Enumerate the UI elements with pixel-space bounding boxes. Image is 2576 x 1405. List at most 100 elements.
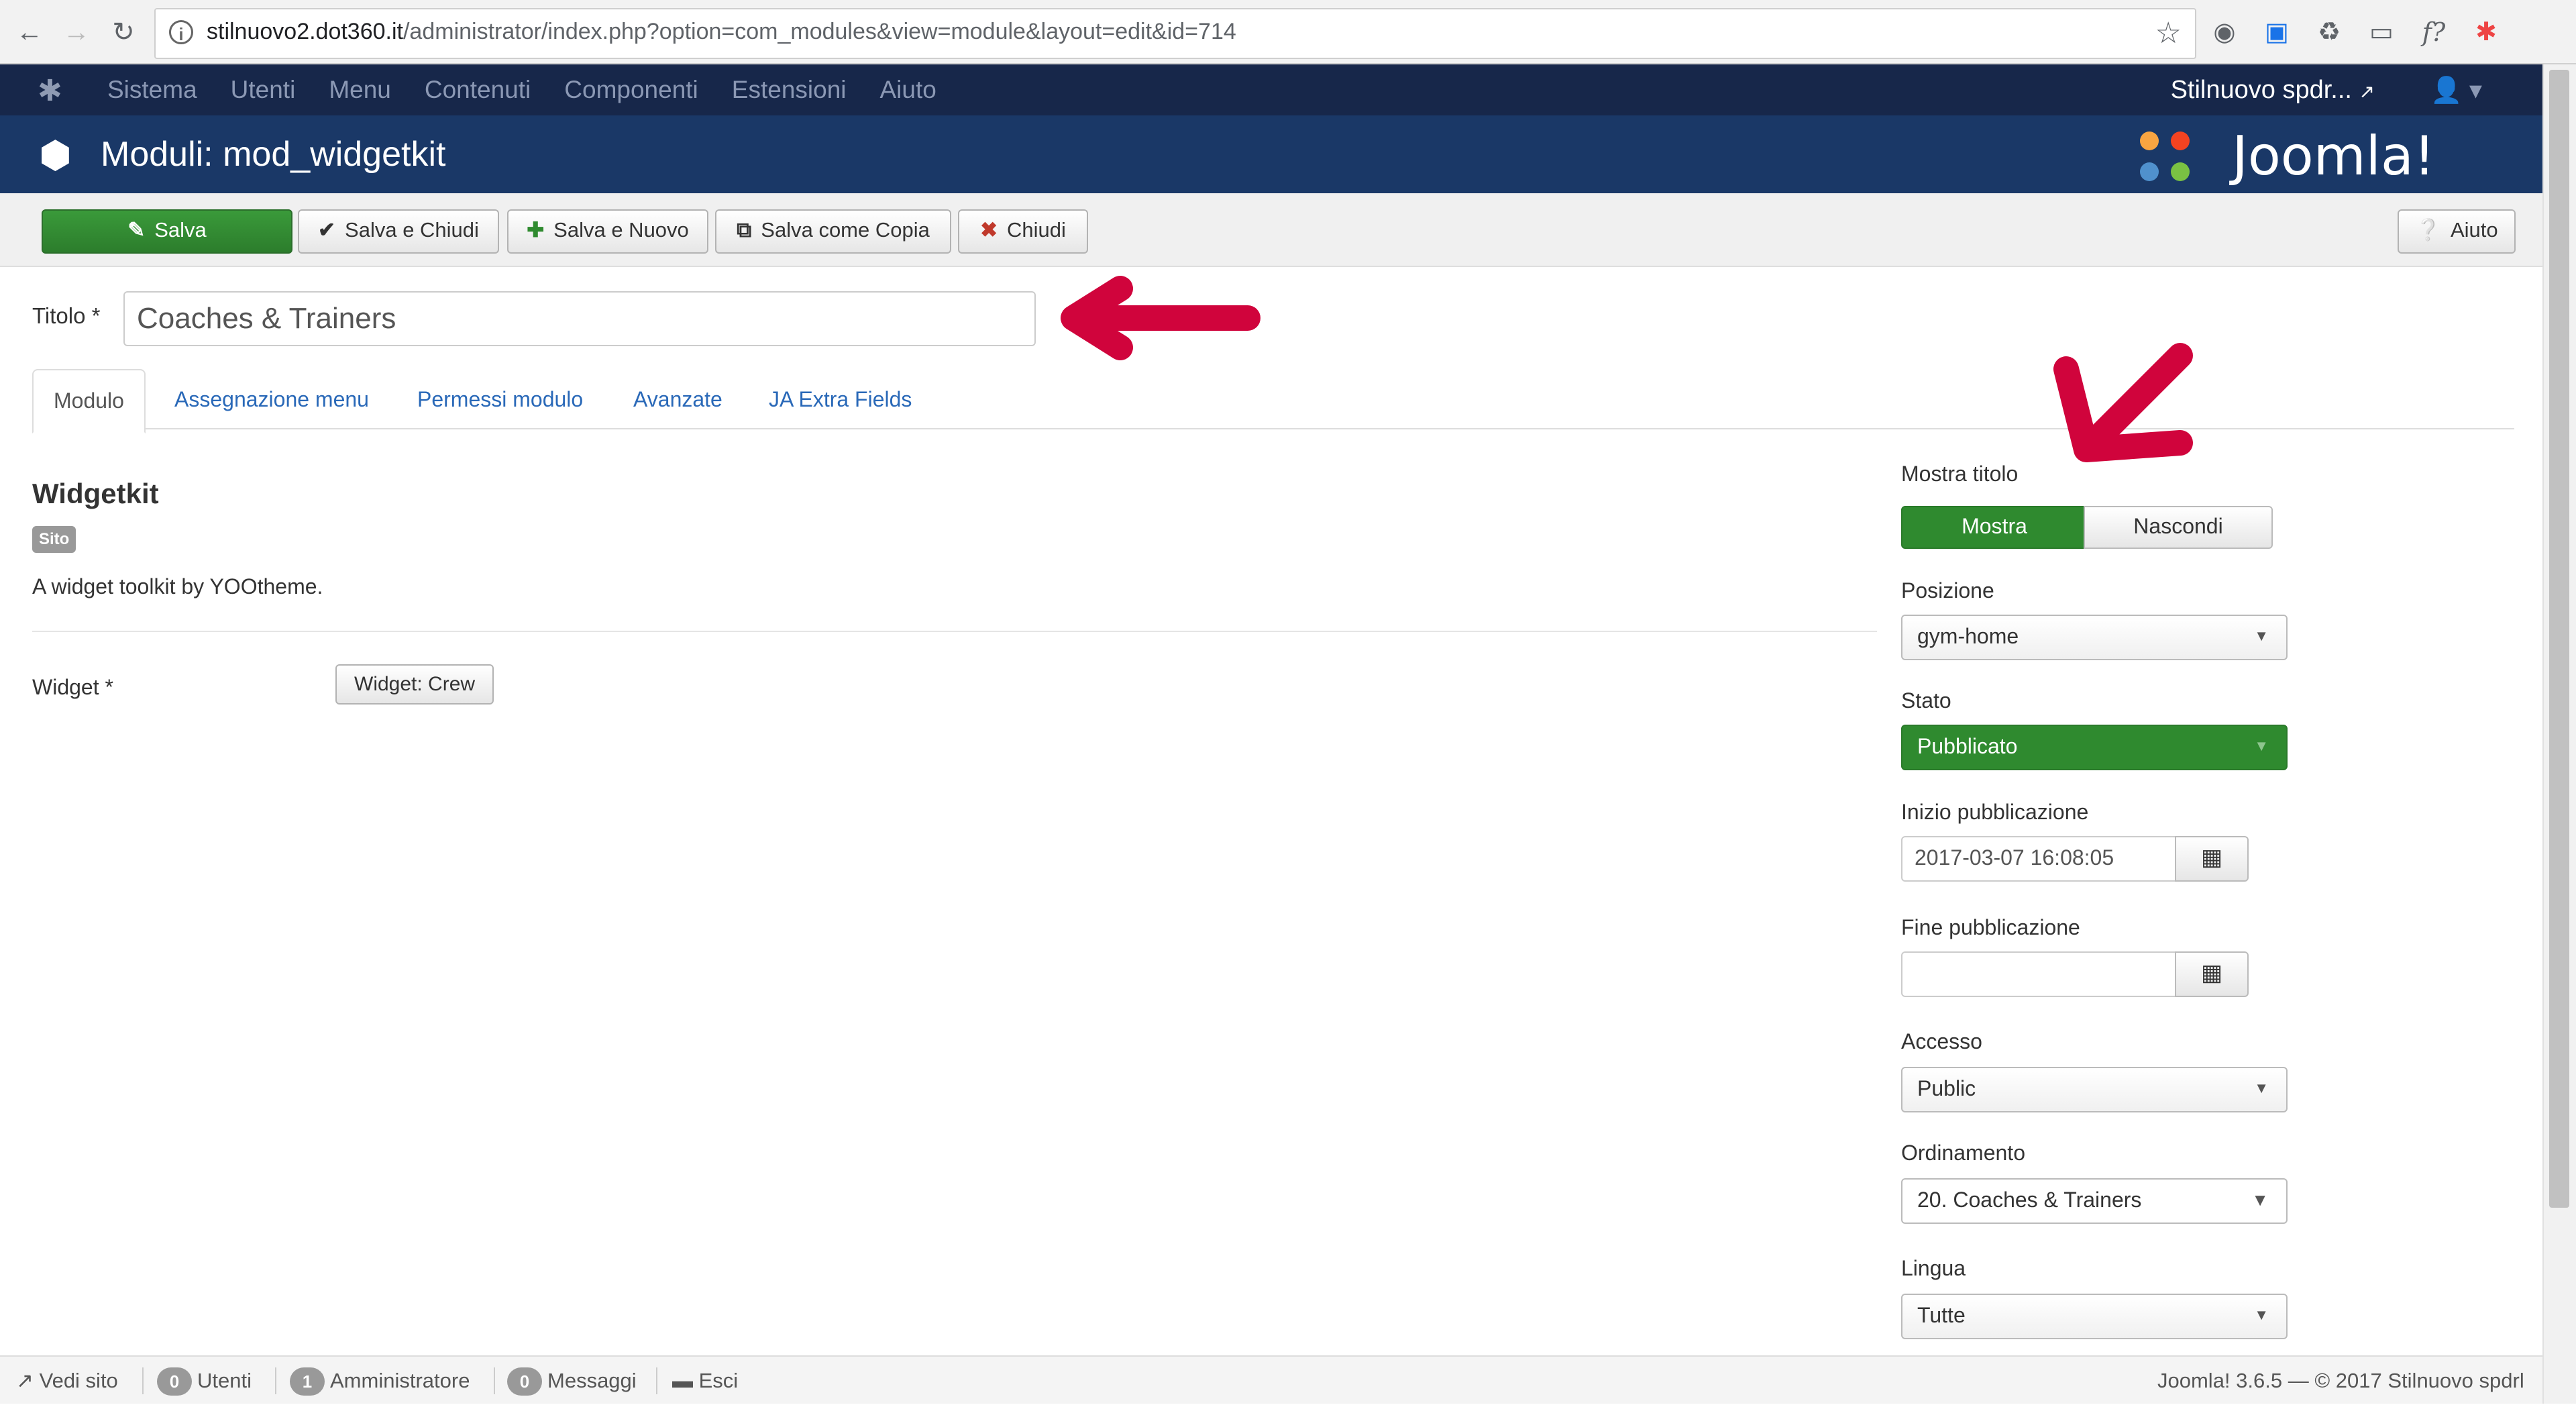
menu-item-sistema[interactable]: Sistema: [107, 64, 197, 115]
view-site-link[interactable]: ↗ Vedi sito: [16, 1357, 118, 1405]
position-value: gym-home: [1917, 624, 2019, 648]
page-title: Moduli: mod_widgetkit: [101, 135, 446, 174]
menu-item-aiuto[interactable]: Aiuto: [880, 64, 936, 115]
tab-ja-extra-fields[interactable]: JA Extra Fields: [769, 369, 912, 429]
menu-item-menu[interactable]: Menu: [329, 64, 391, 115]
plus-icon: ✚: [527, 218, 545, 242]
divider: [656, 1367, 657, 1394]
publish-down-label: Fine pubblicazione: [1901, 915, 2080, 939]
ordering-label: Ordinamento: [1901, 1141, 2025, 1165]
scrollbar-thumb[interactable]: [2549, 70, 2569, 1208]
access-label: Accesso: [1901, 1029, 1982, 1053]
site-link[interactable]: Stilnuovo spdr... ↗: [2171, 64, 2375, 117]
extension-icon[interactable]: ◉: [2207, 15, 2242, 50]
address-bar[interactable]: i stilnuovo2.dot360.it/administrator/ind…: [154, 8, 2196, 59]
chevron-down-icon: ▼: [2254, 1306, 2269, 1323]
back-icon[interactable]: ←: [12, 15, 47, 50]
tab-assegnazione-menu[interactable]: Assegnazione menu: [174, 369, 369, 429]
recycle-icon[interactable]: ♻: [2312, 15, 2347, 50]
footer-version: Joomla! 3.6.5 — © 2017 Stilnuovo spdrl: [2157, 1369, 2524, 1392]
joomla-brand-text: Joomla!: [2232, 125, 2435, 187]
tab-modulo[interactable]: Modulo: [32, 369, 146, 433]
menu-item-contenuti[interactable]: Contenuti: [425, 64, 531, 115]
user-menu-icon[interactable]: 👤 ▾: [2430, 75, 2482, 105]
language-label: Lingua: [1901, 1256, 1966, 1280]
question-circle-icon: ❔: [2415, 218, 2441, 242]
forward-icon[interactable]: →: [59, 15, 94, 50]
menu-item-utenti[interactable]: Utenti: [231, 64, 296, 115]
close-circle-icon: ✖: [980, 218, 998, 242]
reload-icon[interactable]: ↻: [106, 15, 141, 50]
admin-menu: Sistema Utenti Menu Contenuti Componenti…: [107, 64, 970, 115]
menu-item-estensioni[interactable]: Estensioni: [732, 64, 847, 115]
position-label: Posizione: [1901, 578, 1994, 603]
admin-top-nav: ✱ Sistema Utenti Menu Contenuti Componen…: [0, 64, 2542, 115]
users-link[interactable]: 0 Utenti: [157, 1357, 252, 1405]
users-count-badge: 0: [157, 1367, 192, 1396]
copy-icon: ⧉: [737, 218, 752, 242]
save-button[interactable]: ✎ Salva: [42, 209, 292, 254]
show-title-label: Mostra titolo: [1901, 462, 2019, 486]
joomla-logo-icon[interactable]: ✱: [38, 74, 62, 108]
chevron-down-icon: ▼: [2254, 627, 2269, 644]
joomla-extension-icon[interactable]: ✱: [2469, 15, 2504, 50]
language-select[interactable]: Tutte ▼: [1901, 1294, 2288, 1339]
tab-avanzate[interactable]: Avanzate: [633, 369, 722, 429]
info-icon[interactable]: i: [169, 20, 193, 44]
edit-icon: ✎: [127, 218, 146, 242]
minus-icon: ▬: [672, 1369, 693, 1392]
calendar-icon[interactable]: ▦: [2175, 836, 2249, 882]
show-title-hide-button[interactable]: Nascondi: [2084, 506, 2273, 549]
module-description: A widget toolkit by YOOtheme.: [32, 574, 323, 599]
save-new-button[interactable]: ✚ Salva e Nuovo: [507, 209, 708, 254]
divider: [32, 631, 1877, 632]
site-badge: Sito: [32, 526, 76, 553]
title-label: Titolo *: [32, 303, 101, 328]
save-close-button[interactable]: ✔ Salva e Chiudi: [298, 209, 499, 254]
page-header: ⬢ Moduli: mod_widgetkit Joomla!: [0, 115, 2542, 193]
messages-link[interactable]: 0 Messaggi: [507, 1357, 637, 1405]
status-label: Stato: [1901, 688, 1951, 713]
close-button[interactable]: ✖ Chiudi: [958, 209, 1088, 254]
menu-item-componenti[interactable]: Componenti: [564, 64, 698, 115]
admin-link[interactable]: 1 Amministratore: [290, 1357, 470, 1405]
access-select[interactable]: Public ▼: [1901, 1067, 2288, 1112]
bookmark-star-icon[interactable]: ☆: [2155, 16, 2182, 50]
publish-up-label: Inizio pubblicazione: [1901, 800, 2089, 824]
language-value: Tutte: [1917, 1303, 1966, 1327]
chevron-down-icon: ▼: [2254, 1080, 2269, 1096]
position-select[interactable]: gym-home ▼: [1901, 615, 2288, 660]
screen-capture-icon[interactable]: ▣: [2259, 15, 2294, 50]
admin-count-badge: 1: [290, 1367, 325, 1396]
save-copy-button[interactable]: ⧉ Salva come Copia: [715, 209, 951, 254]
divider: [275, 1367, 276, 1394]
title-input[interactable]: Coaches & Trainers: [123, 291, 1036, 346]
chevron-down-icon: ▼: [2251, 1190, 2269, 1210]
ordering-select[interactable]: 20. Coaches & Trainers ▼: [1901, 1178, 2288, 1224]
status-value: Pubblicato: [1917, 734, 2018, 758]
show-title-show-button[interactable]: Mostra: [1901, 506, 2088, 549]
tab-permessi-modulo[interactable]: Permessi modulo: [417, 369, 583, 429]
external-link-icon: ↗: [16, 1369, 34, 1392]
font-finder-icon[interactable]: f?: [2416, 15, 2451, 50]
access-value: Public: [1917, 1076, 1976, 1100]
status-select[interactable]: Pubblicato ▼: [1901, 725, 2288, 770]
publish-down-input[interactable]: [1901, 951, 2191, 997]
site-name: Stilnuovo spdr...: [2170, 76, 2352, 104]
url-text: stilnuovo2.dot360.it/administrator/index…: [207, 19, 1236, 44]
divider: [142, 1367, 144, 1394]
joomla-brand-icon: [2140, 132, 2190, 181]
calendar-icon[interactable]: ▦: [2175, 951, 2249, 997]
external-link-icon: ↗: [2359, 81, 2375, 102]
ordering-value: 20. Coaches & Trainers: [1917, 1188, 2142, 1212]
widget-label: Widget *: [32, 675, 113, 699]
browser-toolbar: ← → ↻ i stilnuovo2.dot360.it/administrat…: [0, 0, 2576, 64]
logout-link[interactable]: ▬ Esci: [672, 1357, 738, 1405]
publish-up-input[interactable]: 2017-03-07 16:08:05: [1901, 836, 2191, 882]
cast-icon[interactable]: ▭: [2364, 15, 2399, 50]
module-name: Widgetkit: [32, 478, 159, 509]
cube-icon: ⬢: [39, 134, 72, 176]
help-button[interactable]: ❔ Aiuto: [2398, 209, 2516, 254]
widget-select-button[interactable]: Widget: Crew: [335, 664, 494, 705]
action-toolbar: ✎ Salva ✔ Salva e Chiudi ✚ Salva e Nuovo ⧉ S…: [0, 193, 2542, 267]
